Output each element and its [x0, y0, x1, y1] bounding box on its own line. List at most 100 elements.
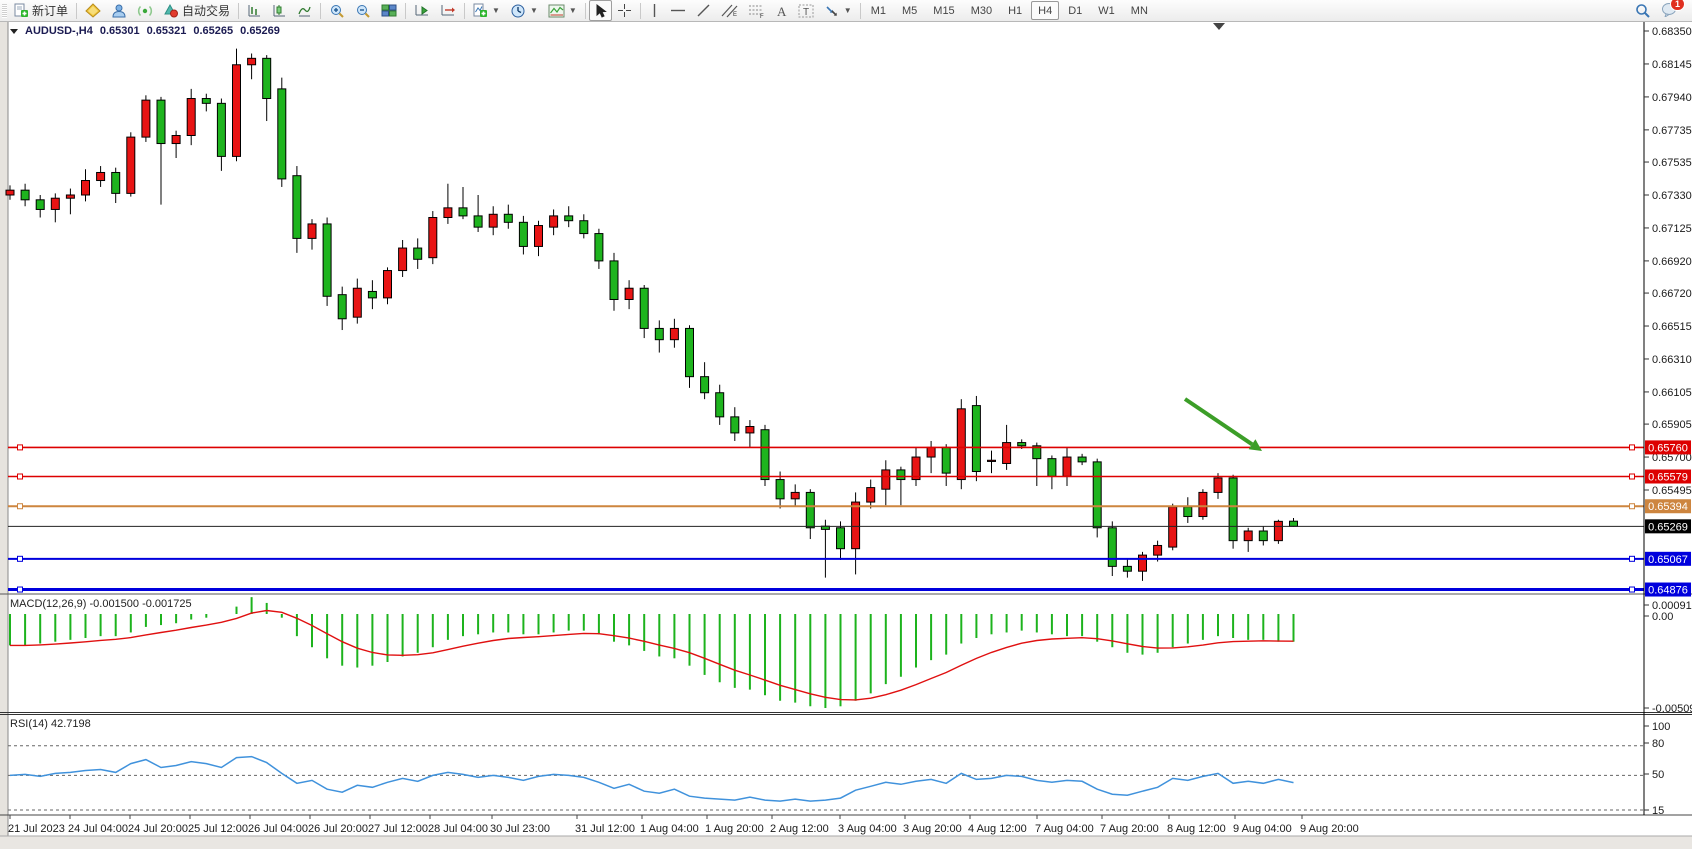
- chart-title[interactable]: AUDUSD-,H4 0.65301 0.65321 0.65265 0.652…: [10, 25, 282, 37]
- price-tick-label: 0.65495: [1652, 485, 1692, 497]
- candle-body-down: [157, 100, 165, 143]
- timeframe-button-MN[interactable]: MN: [1124, 1, 1155, 20]
- indicators-button[interactable]: ▼: [468, 0, 505, 21]
- horizontal-line-button[interactable]: [665, 0, 691, 21]
- candle-body-down: [414, 248, 422, 259]
- candle-body-down: [686, 328, 694, 376]
- timeframe-button-D1[interactable]: D1: [1061, 1, 1089, 20]
- chart-high: 0.65321: [147, 25, 187, 37]
- candle-body-up: [248, 58, 256, 64]
- chart-shift-button[interactable]: [435, 0, 461, 21]
- time-label: 3 Aug 20:00: [903, 823, 962, 835]
- bar-chart-icon: [247, 3, 262, 18]
- candle-body-down: [1048, 459, 1056, 477]
- price-tick-label: 0.67535: [1652, 157, 1692, 169]
- rsi-name: RSI(14): [10, 718, 48, 730]
- toolbar-separator: [405, 3, 406, 19]
- indicators-caret-icon: ▼: [492, 6, 500, 15]
- candle-body-up: [51, 198, 59, 209]
- candle-body-down: [1093, 462, 1101, 528]
- tile-windows-button[interactable]: [376, 0, 402, 21]
- horizontal-line-icon: [670, 4, 686, 17]
- chat-badge: 1: [1670, 0, 1685, 11]
- chart-open: 0.65301: [100, 25, 140, 37]
- level-handle[interactable]: [18, 587, 23, 592]
- candle-body-up: [127, 137, 135, 193]
- mql5-community-button[interactable]: [106, 0, 132, 21]
- cursor-button[interactable]: [589, 0, 612, 21]
- timeframe-button-H4[interactable]: H4: [1031, 1, 1059, 20]
- candle-body-down: [293, 176, 301, 239]
- level-handle[interactable]: [18, 445, 23, 450]
- candle-body-up: [550, 216, 558, 227]
- line-chart-button[interactable]: [292, 0, 317, 21]
- chart-menu-icon[interactable]: [10, 29, 18, 34]
- candle-body-down: [217, 103, 225, 156]
- candle-body-down: [504, 214, 512, 222]
- level-handle[interactable]: [18, 474, 23, 479]
- candle-body-down: [942, 447, 950, 473]
- new-order-button[interactable]: 新订单: [9, 0, 73, 21]
- vertical-line-button[interactable]: [644, 0, 665, 21]
- candle-body-down: [36, 200, 44, 210]
- bar-chart-button[interactable]: [242, 0, 267, 21]
- new-order-icon: [14, 3, 29, 18]
- fibonacci-icon: F: [748, 3, 765, 18]
- timeframe-button-M1[interactable]: M1: [864, 1, 893, 20]
- timeframe-button-W1[interactable]: W1: [1091, 1, 1122, 20]
- candlestick-chart-button[interactable]: [267, 0, 292, 21]
- periods-button[interactable]: ▼: [505, 0, 543, 21]
- arrows-button[interactable]: ▼: [819, 0, 857, 21]
- price-tick-label: 0.66920: [1652, 256, 1692, 268]
- timeframe-button-H1[interactable]: H1: [1001, 1, 1029, 20]
- equidistant-channel-button[interactable]: E: [716, 0, 743, 21]
- autotrade-button[interactable]: 自动交易: [158, 0, 235, 21]
- candle-body-down: [519, 222, 527, 246]
- level-handle[interactable]: [1630, 504, 1635, 509]
- candle-body-down: [1018, 443, 1026, 446]
- level-handle[interactable]: [1630, 474, 1635, 479]
- price-tick-label: 0.66105: [1652, 387, 1692, 399]
- trendline-button[interactable]: [691, 0, 716, 21]
- price-tick-label: 0.66310: [1652, 354, 1692, 366]
- crosshair-button[interactable]: [612, 0, 637, 21]
- signals-button[interactable]: [132, 0, 158, 21]
- crosshair-icon: [617, 3, 632, 18]
- mt4-window: 新订单 自动交易: [0, 0, 1692, 849]
- timeframe-button-M15[interactable]: M15: [926, 1, 961, 20]
- level-handle[interactable]: [1630, 556, 1635, 561]
- macd-signal-value: -0.001725: [142, 598, 192, 610]
- candle-body-down: [1290, 521, 1298, 526]
- candle-body-up: [353, 288, 361, 317]
- macd-label: MACD(12,26,9) -0.001500 -0.001725: [10, 598, 192, 610]
- auto-scroll-button[interactable]: [409, 0, 435, 21]
- candle-body-down: [474, 216, 482, 227]
- zoom-out-button[interactable]: [350, 0, 376, 21]
- candle-body-down: [837, 528, 845, 549]
- text-label-button[interactable]: T: [793, 0, 819, 21]
- text-button[interactable]: A: [770, 0, 793, 21]
- level-handle[interactable]: [1630, 587, 1635, 592]
- level-handle[interactable]: [18, 556, 23, 561]
- metaeditor-button[interactable]: [80, 0, 106, 21]
- candle-body-down: [1184, 507, 1192, 517]
- time-label: 3 Aug 04:00: [838, 823, 897, 835]
- toolbar-separator: [464, 3, 465, 19]
- timeframe-button-M5[interactable]: M5: [895, 1, 924, 20]
- search-icon[interactable]: [1635, 3, 1651, 19]
- level-handle[interactable]: [1630, 445, 1635, 450]
- candle-body-down: [776, 480, 784, 499]
- chart-canvas[interactable]: 0.683500.681450.679400.677350.675350.673…: [0, 21, 1692, 849]
- time-label: 24 Jul 20:00: [128, 823, 188, 835]
- fibonacci-button[interactable]: F: [743, 0, 770, 21]
- candle-body-down: [610, 261, 618, 300]
- templates-button[interactable]: ▼: [543, 0, 582, 21]
- candle-body-up: [142, 100, 150, 137]
- chat-button[interactable]: 1: [1661, 2, 1678, 20]
- zoom-in-button[interactable]: [324, 0, 350, 21]
- price-tick-label: 0.67330: [1652, 190, 1692, 202]
- chart-close: 0.65269: [240, 25, 280, 37]
- level-handle[interactable]: [18, 504, 23, 509]
- time-label: 28 Jul 04:00: [428, 823, 488, 835]
- timeframe-button-M30[interactable]: M30: [964, 1, 999, 20]
